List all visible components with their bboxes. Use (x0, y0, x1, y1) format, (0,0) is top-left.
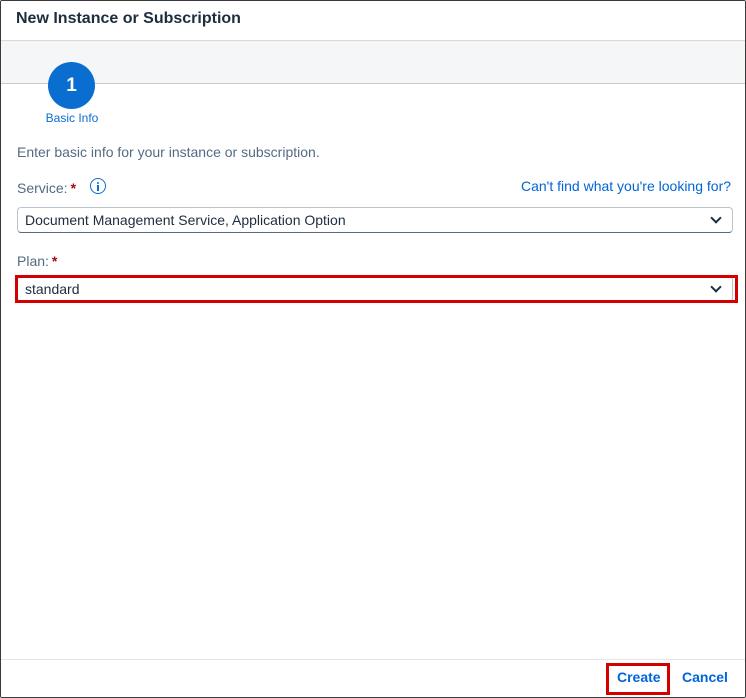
required-marker: * (51, 253, 58, 269)
form-intro-text: Enter basic info for your instance or su… (17, 144, 320, 160)
wizard-step-label[interactable]: Basic Info (31, 111, 113, 125)
create-highlight-box (606, 663, 670, 695)
plan-highlight-box (15, 275, 738, 303)
new-instance-dialog: New Instance or Subscription 1 Basic Inf… (0, 0, 746, 698)
service-select-value: Document Management Service, Application… (25, 212, 346, 228)
cancel-button[interactable]: Cancel (682, 669, 728, 685)
required-marker: * (70, 180, 77, 196)
plan-label-text: Plan: (17, 253, 49, 269)
wizard-step-1[interactable]: 1 (48, 62, 95, 109)
wizard-progress-bar (1, 42, 745, 84)
dialog-title: New Instance or Subscription (16, 10, 241, 27)
info-icon[interactable] (90, 178, 106, 194)
service-label-text: Service: (17, 180, 68, 196)
plan-label: Plan: * (17, 253, 57, 269)
step-number: 1 (66, 74, 77, 96)
service-label: Service: * (17, 180, 76, 196)
dialog-header: New Instance or Subscription (1, 1, 745, 41)
service-select[interactable]: Document Management Service, Application… (17, 207, 733, 233)
help-link[interactable]: Can't find what you're looking for? (521, 178, 731, 194)
chevron-down-icon (710, 212, 722, 224)
